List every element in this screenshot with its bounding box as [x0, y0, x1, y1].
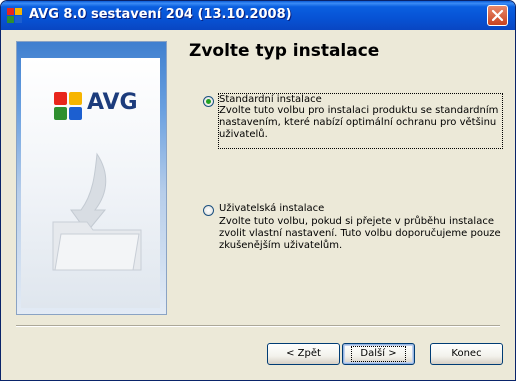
standard-label[interactable]: Standardní instalace [219, 94, 502, 105]
radio-custom[interactable] [203, 205, 214, 216]
install-folder-icon [52, 152, 142, 271]
avg-logo-icon [54, 92, 82, 120]
back-button[interactable]: < Zpět [267, 343, 340, 365]
dialog-body: AVG Zvolte typ instalace Standardní inst… [5, 30, 511, 376]
footer-separator [16, 325, 500, 327]
avg-app-icon [7, 8, 23, 24]
back-label: < Zpět [286, 348, 321, 359]
radio-selected-dot [206, 99, 211, 104]
focus-outline: Standardní instalace Zvolte tuto volbu p… [218, 93, 503, 149]
side-banner: AVG [16, 41, 167, 315]
custom-label[interactable]: Uživatelská instalace [219, 203, 324, 214]
cancel-button[interactable]: Konec [430, 343, 503, 365]
radio-standard[interactable] [203, 96, 214, 107]
custom-description: Zvolte tuto volbu, pokud si přejete v pr… [219, 216, 501, 251]
next-button[interactable]: Další > [342, 343, 415, 365]
close-button[interactable] [487, 5, 508, 26]
avg-logo-text: AVG [87, 90, 138, 115]
close-icon [491, 9, 504, 22]
title-bar[interactable]: AVG 8.0 sestavení 204 (13.10.2008) [1, 1, 515, 30]
standard-description: Zvolte tuto volbu pro instalaci produktu… [219, 105, 499, 140]
installer-window: AVG 8.0 sestavení 204 (13.10.2008) AVG Z… [0, 0, 516, 381]
window-title: AVG 8.0 sestavení 204 (13.10.2008) [29, 7, 292, 22]
next-label: Další > [351, 346, 406, 362]
cancel-label: Konec [451, 348, 482, 359]
page-title: Zvolte typ instalace [189, 41, 380, 61]
